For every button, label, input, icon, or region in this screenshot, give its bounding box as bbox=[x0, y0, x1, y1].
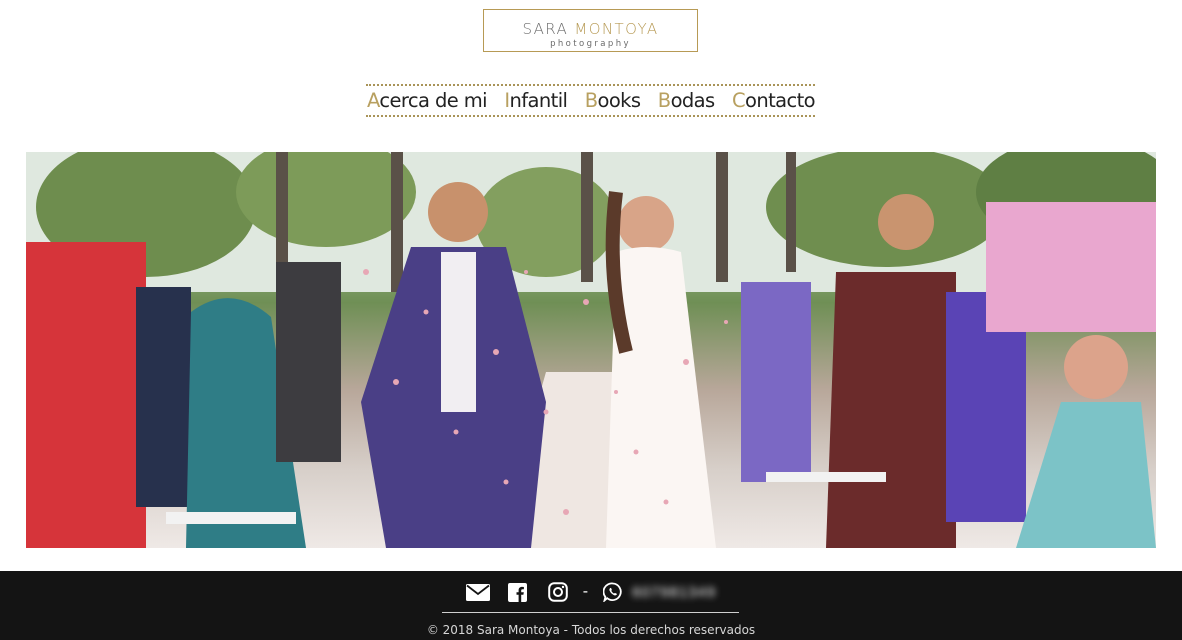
phone-number[interactable]: 607981349 bbox=[632, 584, 716, 601]
nav-item-contacto[interactable]: Contacto bbox=[731, 88, 816, 113]
nav-item-acerca[interactable]: Acerca de mi bbox=[367, 88, 488, 113]
nav-item-books[interactable]: Books bbox=[585, 89, 641, 113]
footer-social: - 607981349 bbox=[442, 579, 739, 605]
nav-item-bodas[interactable]: Bodas bbox=[658, 89, 715, 113]
logo-name: SARA MONTOYA bbox=[484, 21, 697, 37]
nav-initial: A bbox=[367, 88, 380, 112]
facebook-icon-glyph bbox=[508, 582, 528, 602]
nav-label-rest: nfantil bbox=[509, 88, 568, 112]
hero-photo bbox=[26, 152, 1156, 548]
envelope-icon-glyph bbox=[465, 583, 490, 601]
footer-separator: - bbox=[582, 583, 589, 600]
nav-initial: B bbox=[584, 88, 598, 112]
nav-label-rest: odas bbox=[670, 88, 716, 112]
envelope-icon[interactable] bbox=[465, 579, 491, 605]
nav-item-infantil[interactable]: Infantil bbox=[504, 88, 568, 113]
logo-name-last: MONTOYA bbox=[574, 20, 659, 38]
nav-label-rest: ontacto bbox=[745, 88, 816, 112]
facebook-icon[interactable] bbox=[505, 579, 531, 605]
footer-divider bbox=[442, 612, 739, 613]
site-footer: - 607981349 © 2018 Sara Montoya - Todos … bbox=[0, 571, 1182, 640]
instagram-icon-glyph bbox=[547, 582, 568, 602]
nav-label-rest: ooks bbox=[597, 88, 642, 112]
instagram-icon[interactable] bbox=[545, 579, 571, 605]
logo-subtitle: photography bbox=[550, 39, 631, 49]
copyright-text: © 2018 Sara Montoya - Todos los derechos… bbox=[426, 623, 756, 637]
nav-initial: C bbox=[731, 88, 746, 112]
whatsapp-icon-glyph bbox=[603, 582, 622, 602]
site-logo[interactable]: SARA MONTOYA photography bbox=[483, 9, 698, 52]
main-nav: Acerca de mi Infantil Books Bodas Contac… bbox=[366, 84, 816, 117]
nav-initial: B bbox=[657, 88, 671, 112]
logo-name-first: SARA bbox=[522, 20, 569, 38]
hero-photo-illustration bbox=[26, 152, 1156, 548]
whatsapp-icon[interactable] bbox=[600, 579, 626, 605]
nav-label-rest: cerca de mi bbox=[379, 88, 487, 112]
